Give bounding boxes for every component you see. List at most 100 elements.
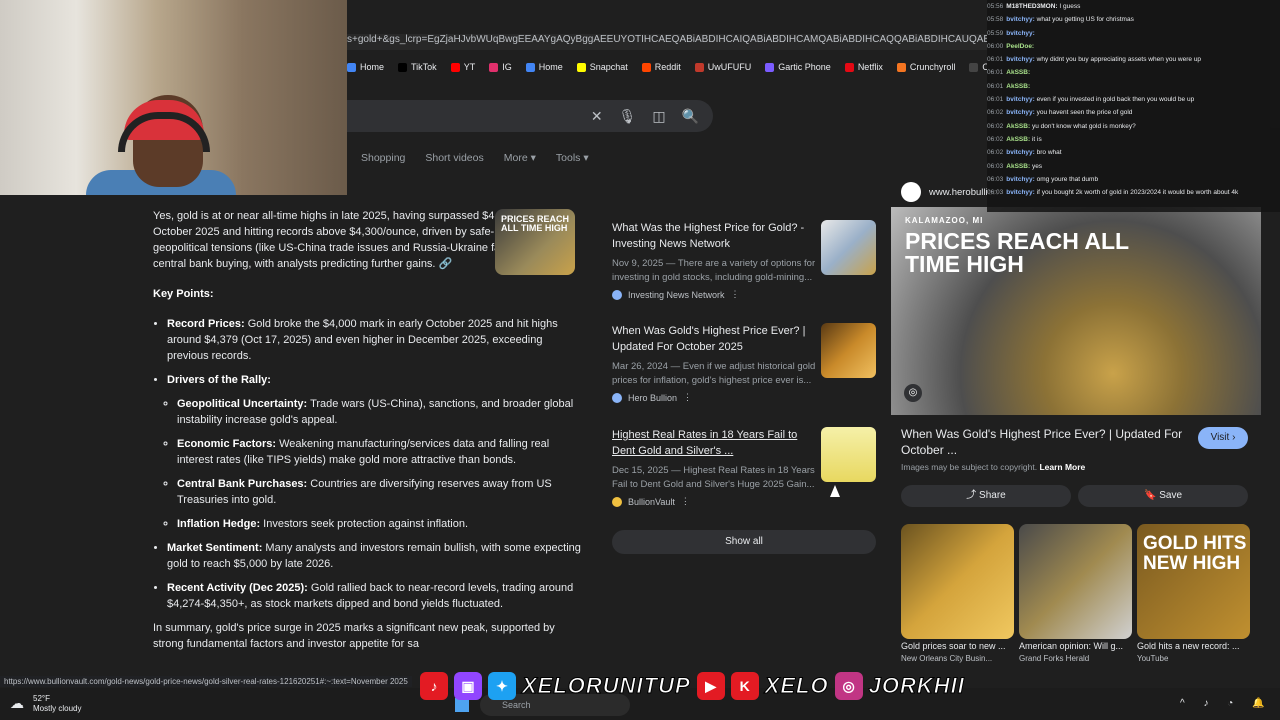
bookmark-favicon-icon [489, 62, 499, 72]
bookmark-favicon-icon [969, 62, 979, 72]
address-bar[interactable]: s+gold+&gs_lcrp=EgZjaHJvbWUqBwgEEAAYgAQy… [347, 34, 987, 50]
list-item: Record Prices: Gold broke the $4,000 mar… [167, 316, 583, 364]
related-caption[interactable]: Gold prices soar to new ... [901, 641, 1014, 651]
overlay-handle: JORKHII [868, 673, 965, 699]
source-desc: Mar 26, 2024 — Even if we adjust histori… [612, 361, 816, 386]
camera-search-icon[interactable]: ◫ [652, 108, 665, 125]
tab-tools[interactable]: Tools ▾ [556, 152, 589, 164]
share-button[interactable]: ⤴ Share [901, 485, 1071, 507]
visit-button[interactable]: Visit › [1198, 427, 1248, 449]
bookmark-favicon-icon [347, 62, 356, 72]
list-item: Geopolitical Uncertainty: Trade wars (US… [177, 396, 583, 428]
panel-site[interactable]: www.herobullion [901, 182, 998, 202]
more-options-icon[interactable]: ⋮ [681, 496, 690, 507]
related-caption[interactable]: American opinion: Will g... [1019, 641, 1132, 651]
chat-message: 06:00 PeelDoe: [987, 42, 1035, 50]
bookmark-favicon-icon [765, 62, 775, 72]
bookmark-item[interactable]: Home [525, 58, 563, 76]
bookmark-favicon-icon [694, 62, 704, 72]
preview-title[interactable]: When Was Gold's Highest Price Ever? | Up… [901, 426, 1186, 458]
bookmark-item[interactable]: Snapchat [576, 58, 628, 76]
related-source: YouTube [1137, 654, 1169, 663]
windows-start-icon[interactable] [455, 698, 469, 712]
source-title[interactable]: Highest Real Rates in 18 Years Fail to D… [612, 427, 812, 459]
related-image[interactable]: GOLD HITS NEW HIGH [1137, 524, 1250, 639]
bookmark-icon: 🔖 [1143, 490, 1157, 501]
kick-icon: K [730, 672, 759, 700]
hero-location: KALAMAZOO, MI [905, 216, 984, 225]
more-options-icon[interactable]: ⋮ [683, 392, 692, 403]
chat-message: 06:01 AkSSB: [987, 82, 1031, 90]
source-title[interactable]: What Was the Highest Price for Gold? - I… [612, 220, 812, 252]
bookmark-item[interactable]: Reddit [641, 58, 681, 76]
show-all-button[interactable]: Show all [612, 530, 876, 554]
bookmark-item[interactable]: TikTok [398, 58, 437, 76]
source-title[interactable]: When Was Gold's Highest Price Ever? | Up… [612, 323, 812, 355]
more-options-icon[interactable]: ⋮ [731, 289, 740, 300]
save-button[interactable]: 🔖 Save [1078, 485, 1248, 507]
hero-title: PRICES REACH ALL TIME HIGH [905, 228, 1129, 277]
chat-message: 06:01 bvitchyy: even if you invested in g… [987, 96, 1195, 104]
chat-message: 06:03 AkSSB: yes [987, 162, 1043, 170]
tab-short-videos[interactable]: Short videos [425, 152, 483, 164]
bookmark-favicon-icon [576, 62, 586, 72]
system-tray[interactable]: ^ ♪ ◔ 🔔 [1180, 698, 1273, 709]
bookmark-item[interactable]: Home [347, 58, 384, 76]
bookmark-item[interactable]: Gartic Phone [765, 58, 831, 76]
related-overlay-text: GOLD HITS NEW HIGH [1143, 533, 1247, 574]
instagram-icon: ◎ [834, 672, 863, 700]
microphone-icon[interactable]: 🎙 [619, 108, 637, 125]
bookmark-favicon-icon [896, 62, 906, 72]
bookmark-item[interactable]: UwUFUFU [694, 58, 751, 76]
key-points-heading: Key Points: [153, 288, 214, 300]
site-favicon-icon [612, 289, 622, 300]
youtube-icon: ▶ [696, 672, 725, 700]
related-source: New Orleans City Busin... [901, 654, 993, 663]
bookmark-favicon-icon [398, 62, 408, 72]
lens-icon[interactable]: ◎ [904, 384, 922, 402]
chat-message: 06:02 bvitchyy: bro what [987, 149, 1062, 157]
chat-message: 06:01 AkSSB: [987, 69, 1031, 77]
search-box[interactable]: ✕ 🎙 ◫ 🔍 [347, 100, 713, 132]
ai-overview: Yes, gold is at or near all-time highs i… [153, 208, 583, 666]
related-image[interactable] [1019, 524, 1132, 639]
overlay-handle: XELORUNITUP [522, 673, 691, 699]
source-thumbnail[interactable] [821, 220, 876, 275]
tab-shopping[interactable]: Shopping [361, 152, 405, 164]
bookmark-favicon-icon [525, 62, 535, 72]
site-favicon-icon [612, 496, 622, 507]
related-image[interactable] [901, 524, 1014, 639]
share-icon: ⤴ [966, 490, 977, 501]
weather-icon: ☁ [10, 695, 24, 711]
list-item: Recent Activity (Dec 2025): Gold rallied… [167, 580, 583, 612]
source-thumbnail[interactable] [821, 427, 876, 482]
source-card[interactable]: What Was the Highest Price for Gold? - I… [612, 220, 876, 300]
copyright-note: Images may be subject to copyright. Lear… [901, 462, 1086, 472]
related-caption[interactable]: Gold hits a new record: ... [1137, 641, 1250, 651]
bookmark-item[interactable]: OmeTV [969, 58, 987, 76]
source-thumbnail[interactable] [821, 323, 876, 378]
link-icon[interactable]: 🔗 [439, 258, 453, 270]
bookmark-item[interactable]: IG [489, 58, 512, 76]
tab-more[interactable]: More ▾ [504, 152, 536, 164]
list-item: Economic Factors: Weakening manufacturin… [177, 436, 583, 468]
source-desc: Nov 9, 2025 — There are a variety of opt… [612, 258, 816, 283]
twitter-icon: ✦ [488, 672, 516, 700]
clear-icon[interactable]: ✕ [591, 108, 603, 125]
ai-overview-thumbnail[interactable]: PRICES REACH ALL TIME HIGH [495, 209, 575, 275]
source-card[interactable]: When Was Gold's Highest Price Ever? | Up… [612, 323, 876, 403]
bookmark-item[interactable]: Crunchyroll [896, 58, 955, 76]
twitch-icon: ▣ [454, 672, 482, 700]
overlay-handle: XELO [764, 673, 829, 699]
chat-message: 06:03 bvitchyy: omg youre that dumb [987, 175, 1099, 183]
list-item: Market Sentiment: Many analysts and inve… [167, 540, 583, 572]
mouse-cursor [830, 485, 840, 497]
bookmark-item[interactable]: YT [450, 58, 475, 76]
search-icon[interactable]: 🔍 [682, 108, 699, 125]
chat-message: 06:03 bvitchyy: if you bought 2k worth of… [987, 189, 1239, 197]
weather-widget[interactable]: 52°F Mostly cloudy [33, 694, 81, 714]
list-item: Drivers of the Rally: Geopolitical Uncer… [167, 372, 583, 532]
bookmark-item[interactable]: Netflix [844, 58, 883, 76]
learn-more-link[interactable]: Learn More [1039, 462, 1085, 472]
bookmark-favicon-icon [450, 62, 460, 72]
